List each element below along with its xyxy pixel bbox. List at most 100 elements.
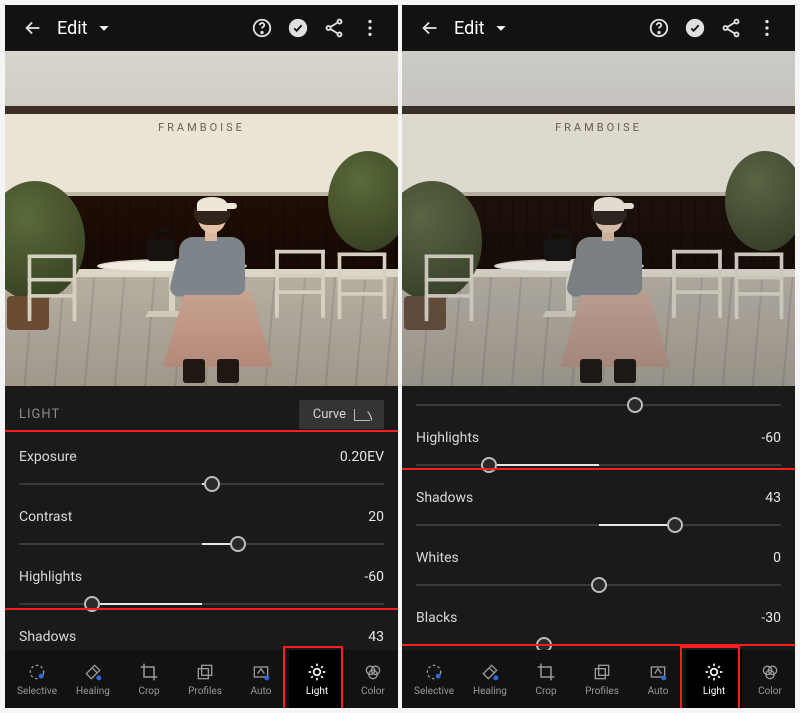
highlights-slider[interactable]: Highlights -60	[416, 420, 781, 480]
color-icon	[759, 661, 781, 683]
more-vertical-icon	[359, 17, 381, 39]
tool-light[interactable]: Light	[686, 650, 742, 708]
header-title: Edit	[454, 18, 484, 39]
healing-icon	[82, 661, 104, 683]
back-button[interactable]	[15, 10, 51, 46]
shadows-slider-peek[interactable]: Shadows 43	[19, 619, 384, 645]
profiles-icon	[194, 661, 216, 683]
tool-healing[interactable]: Healing	[65, 650, 121, 708]
slider-value: 43	[368, 629, 384, 645]
crop-icon	[138, 661, 160, 683]
share-button[interactable]	[316, 10, 352, 46]
chevron-down-icon	[490, 17, 512, 39]
help-button[interactable]	[641, 10, 677, 46]
slider-label: Contrast	[19, 509, 72, 525]
selective-icon	[423, 661, 445, 683]
help-icon	[648, 17, 670, 39]
arrow-left-icon	[22, 17, 44, 39]
stage: Edit FRAMBOISE	[0, 0, 800, 713]
bottom-toolbar: Selective Healing Crop Profiles Auto Light Col…	[402, 650, 795, 708]
tool-label: Light	[703, 686, 725, 697]
auto-icon	[250, 661, 272, 683]
share-button[interactable]	[713, 10, 749, 46]
selective-icon	[26, 661, 48, 683]
more-button[interactable]	[352, 10, 388, 46]
check-circle-icon	[287, 17, 309, 39]
highlights-slider[interactable]: Highlights -60	[19, 559, 384, 619]
tool-selective[interactable]: Selective	[406, 650, 462, 708]
tool-light[interactable]: Light	[289, 650, 345, 708]
tool-profiles[interactable]: Profiles	[177, 650, 233, 708]
screenshot-left: Edit FRAMBOISE	[5, 5, 398, 708]
tool-label: Auto	[251, 686, 272, 697]
tool-auto[interactable]: Auto	[233, 650, 289, 708]
slider-label: Whites	[416, 550, 459, 566]
tool-color[interactable]: Color	[345, 650, 398, 708]
tool-selective[interactable]: Selective	[9, 650, 65, 708]
crop-icon	[535, 661, 557, 683]
shop-sign: FRAMBOISE	[158, 121, 245, 134]
slider-label: Exposure	[19, 449, 77, 465]
tool-label: Healing	[473, 686, 507, 697]
whites-slider[interactable]: Whites 0	[416, 540, 781, 600]
light-icon	[703, 661, 725, 683]
exposure-slider[interactable]: Exposure 0.20EV	[19, 439, 384, 499]
header: Edit	[402, 5, 795, 51]
photo-preview[interactable]: FRAMBOISE	[5, 51, 398, 386]
tool-auto[interactable]: Auto	[630, 650, 686, 708]
slider-label: Shadows	[416, 490, 473, 506]
help-button[interactable]	[244, 10, 280, 46]
curve-button[interactable]: Curve	[299, 400, 384, 429]
tool-label: Selective	[17, 686, 57, 697]
share-icon	[323, 17, 345, 39]
edit-mode-dropdown[interactable]: Edit	[454, 17, 512, 39]
slider-label: Highlights	[19, 569, 82, 585]
back-button[interactable]	[412, 10, 448, 46]
contrast-slider[interactable]: Contrast 20	[19, 499, 384, 559]
accept-button[interactable]	[677, 10, 713, 46]
photo-preview[interactable]: FRAMBOISE	[402, 51, 795, 386]
tool-color[interactable]: Color	[742, 650, 795, 708]
tool-label: Profiles	[188, 686, 222, 697]
tool-label: Healing	[76, 686, 110, 697]
auto-icon	[647, 661, 669, 683]
slider-value: -60	[761, 430, 781, 446]
slider-label: Highlights	[416, 430, 479, 446]
help-icon	[251, 17, 273, 39]
tool-crop[interactable]: Crop	[518, 650, 574, 708]
healing-icon	[479, 661, 501, 683]
tool-label: Crop	[535, 686, 556, 697]
accept-button[interactable]	[280, 10, 316, 46]
slider-value: -60	[364, 569, 384, 585]
light-icon	[306, 661, 328, 683]
tool-label: Auto	[648, 686, 669, 697]
chevron-down-icon	[93, 17, 115, 39]
header-title: Edit	[57, 18, 87, 39]
arrow-left-icon	[419, 17, 441, 39]
slider-peek-top[interactable]	[416, 392, 781, 420]
slider-label: Shadows	[19, 629, 76, 645]
tool-healing[interactable]: Healing	[462, 650, 518, 708]
profiles-icon	[591, 661, 613, 683]
share-icon	[720, 17, 742, 39]
tool-label: Selective	[414, 686, 454, 697]
more-button[interactable]	[749, 10, 785, 46]
header: Edit	[5, 5, 398, 51]
edit-mode-dropdown[interactable]: Edit	[57, 17, 115, 39]
slider-value: 20	[368, 509, 384, 525]
more-vertical-icon	[756, 17, 778, 39]
slider-value: 43	[765, 490, 781, 506]
color-icon	[362, 661, 384, 683]
shadows-slider[interactable]: Shadows 43	[416, 480, 781, 540]
curve-icon	[354, 409, 370, 421]
light-panel: Highlights -60 Shadows 43 Whites 0	[402, 386, 795, 660]
screenshot-right: Edit FRAMBOISE	[402, 5, 795, 708]
tool-label: Color	[758, 686, 782, 697]
slider-value: -30	[761, 610, 781, 626]
tool-crop[interactable]: Crop	[121, 650, 177, 708]
shop-sign: FRAMBOISE	[555, 121, 642, 134]
tool-profiles[interactable]: Profiles	[574, 650, 630, 708]
slider-value: 0	[773, 550, 781, 566]
light-panel: LIGHT Curve Exposure 0.20EV Contrast 20	[5, 386, 398, 645]
tool-label: Light	[306, 686, 328, 697]
